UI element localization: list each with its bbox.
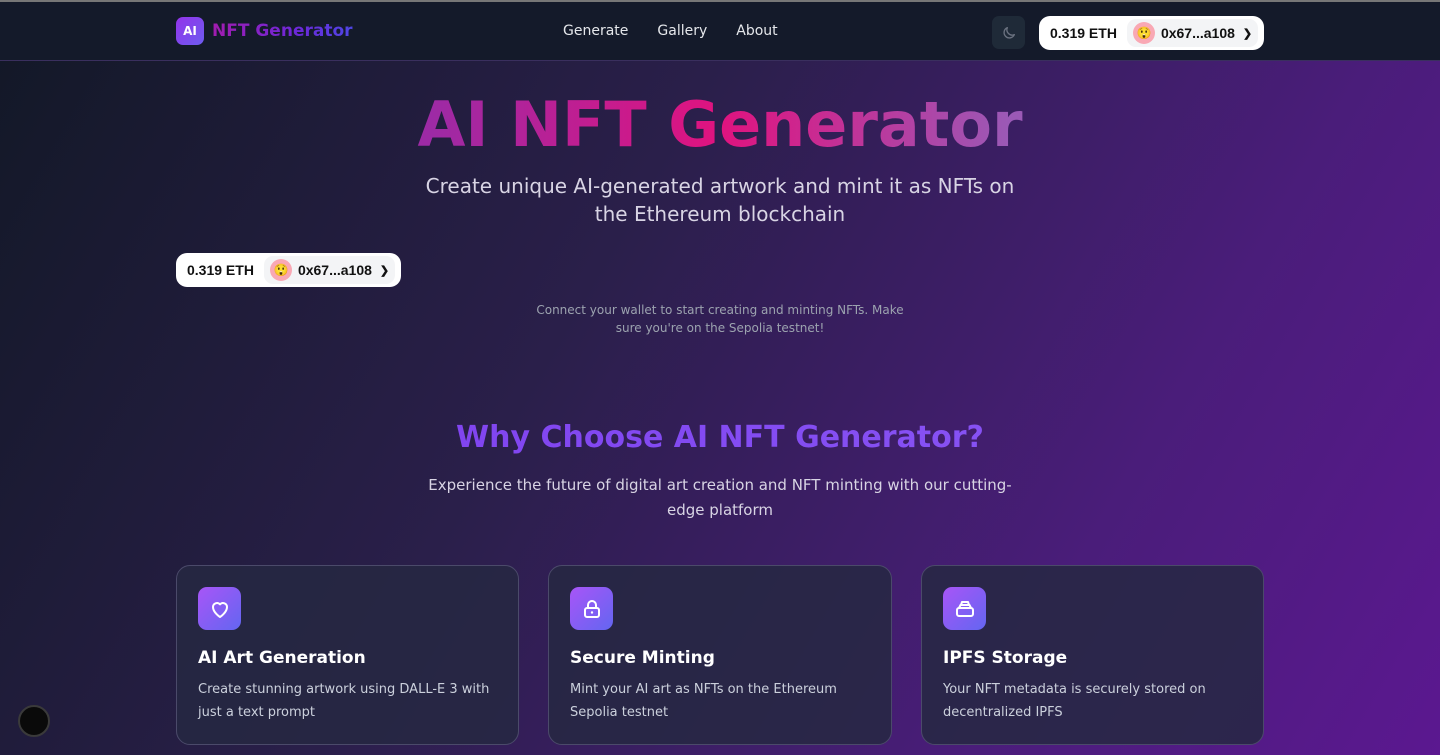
- feature-title: Secure Minting: [570, 648, 715, 668]
- hero-title: AI NFT Generator: [0, 88, 1440, 161]
- wallet-balance: 0.319 ETH: [1050, 25, 1117, 41]
- navbar: AI NFT Generator Generate Gallery About …: [0, 2, 1440, 61]
- brand-name: NFT Generator: [212, 21, 353, 41]
- hero-wallet-connect-button[interactable]: 0.319 ETH 😲 0x67...a108 ❯: [176, 253, 401, 287]
- wallet-account[interactable]: 😲 0x67...a108 ❯: [1126, 19, 1259, 47]
- feature-desc: Your NFT metadata is securely stored on …: [943, 682, 1206, 720]
- why-title: Why Choose AI NFT Generator?: [0, 420, 1440, 455]
- storage-icon: [943, 587, 986, 630]
- feature-card-ipfs-storage: IPFS Storage Your NFT metadata is secure…: [921, 565, 1264, 745]
- feature-desc: Mint your AI art as NFTs on the Ethereum…: [570, 682, 837, 720]
- wallet-avatar: 😲: [1132, 22, 1155, 44]
- moon-icon: [1002, 26, 1015, 39]
- wallet-address: 0x67...a108: [1160, 25, 1235, 41]
- nav-link-gallery[interactable]: Gallery: [657, 23, 707, 39]
- feature-card-ai-art: AI Art Generation Create stunning artwor…: [176, 565, 519, 745]
- wallet-connect-button[interactable]: 0.319 ETH 😲 0x67...a108 ❯: [1039, 16, 1264, 50]
- brand-logo: AI: [176, 17, 204, 45]
- connect-wallet-note: Connect your wallet to start creating an…: [536, 303, 904, 335]
- feature-desc: Create stunning artwork using DALL-E 3 w…: [198, 682, 490, 720]
- hero-subtitle: Create unique AI-generated artwork and m…: [425, 174, 1015, 226]
- theme-toggle-button[interactable]: [992, 16, 1025, 49]
- wallet-account[interactable]: 😲 0x67...a108 ❯: [263, 256, 396, 284]
- feature-title: IPFS Storage: [943, 648, 1068, 668]
- nav-links: Generate Gallery About: [563, 23, 778, 39]
- feature-card-secure-minting: Secure Minting Mint your AI art as NFTs …: [548, 565, 892, 745]
- floating-action-button[interactable]: [18, 705, 50, 737]
- lock-icon: [570, 587, 613, 630]
- nav-link-about[interactable]: About: [736, 23, 777, 39]
- wallet-address: 0x67...a108: [297, 262, 372, 278]
- chevron-down-icon: ❯: [1242, 27, 1253, 40]
- brand[interactable]: AI NFT Generator: [176, 17, 353, 45]
- chevron-down-icon: ❯: [379, 264, 390, 277]
- heart-icon: [198, 587, 241, 630]
- feature-title: AI Art Generation: [198, 648, 366, 668]
- why-subtitle: Experience the future of digital art cre…: [428, 476, 1012, 519]
- nav-link-generate[interactable]: Generate: [563, 23, 628, 39]
- wallet-avatar: 😲: [269, 259, 292, 281]
- wallet-balance: 0.319 ETH: [187, 262, 254, 278]
